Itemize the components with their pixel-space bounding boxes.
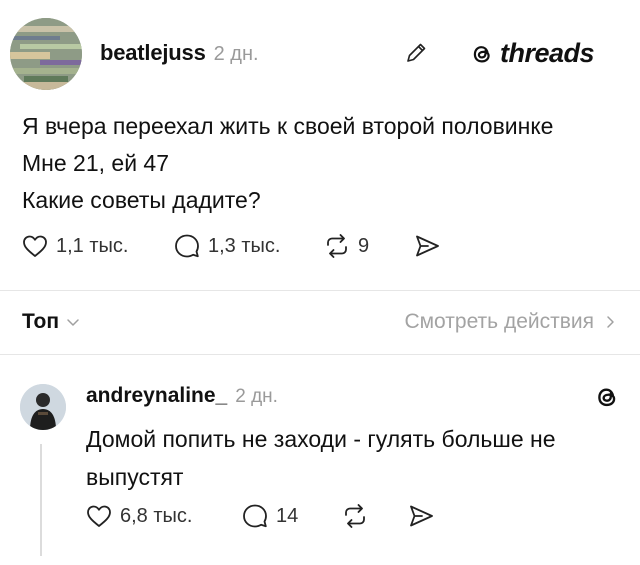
author-name[interactable]: beatlejuss xyxy=(100,40,206,66)
share-button[interactable] xyxy=(412,228,442,264)
like-button[interactable]: 1,1 тыс. xyxy=(20,228,128,264)
post-header: beatlejuss 2 дн. xyxy=(100,40,259,66)
share-icon xyxy=(416,235,439,257)
reply-reply-button[interactable]: 14 xyxy=(240,498,298,534)
thread-line xyxy=(40,444,42,556)
reply-reply-count: 14 xyxy=(276,504,299,527)
reply-like-button[interactable]: 6,8 тыс. xyxy=(84,498,192,534)
post-text-line: Мне 21, ей 47 xyxy=(22,150,170,176)
reply-author-name[interactable]: andreynaline_ xyxy=(86,384,227,408)
share-icon xyxy=(410,505,433,527)
reply-repost-button[interactable] xyxy=(340,498,370,534)
divider xyxy=(0,290,640,291)
heart-icon xyxy=(87,505,111,527)
post-text-line: Я вчера переехал жить к своей второй пол… xyxy=(22,113,554,139)
reply-author-avatar[interactable] xyxy=(20,384,66,430)
comment-icon xyxy=(175,234,199,258)
reply-share-button[interactable] xyxy=(406,498,436,534)
reply-time: 2 дн. xyxy=(235,386,278,407)
post-text-line: Какие советы дадите? xyxy=(22,187,261,213)
reply-button[interactable]: 1,3 тыс. xyxy=(172,228,280,264)
reply-header: andreynaline_ 2 дн. xyxy=(86,384,278,408)
repost-count: 9 xyxy=(358,234,370,257)
reply-text-line: выпустят xyxy=(86,464,184,490)
original-post: beatlejuss 2 дн. threads Я вчера перееха… xyxy=(0,0,640,300)
comment-icon xyxy=(243,504,267,528)
reply-text-line: Домой попить не заходи - гулять больше н… xyxy=(86,426,556,452)
repost-icon xyxy=(327,234,347,258)
threads-logo-icon xyxy=(598,388,616,407)
chevron-right-icon xyxy=(607,316,614,328)
sort-label: Топ xyxy=(22,310,60,333)
brand-wordmark: threads xyxy=(500,38,595,68)
reply-count: 1,3 тыс. xyxy=(208,234,281,257)
post-text: Я вчера переехал жить к своей второй пол… xyxy=(22,108,622,219)
pencil-icon[interactable] xyxy=(402,39,430,67)
post-time: 2 дн. xyxy=(213,43,259,65)
author-avatar[interactable] xyxy=(10,18,82,90)
chevron-down-icon xyxy=(67,319,79,326)
view-activity-link[interactable]: Смотреть действия xyxy=(404,310,618,334)
repost-button[interactable]: 9 xyxy=(322,228,369,264)
threads-brand: threads xyxy=(468,38,595,69)
reply-like-count: 6,8 тыс. xyxy=(120,504,193,527)
divider xyxy=(0,354,640,355)
reply-text: Домой попить не заходи - гулять больше н… xyxy=(86,420,616,496)
threads-logo-icon xyxy=(473,45,490,63)
activity-label: Смотреть действия xyxy=(404,310,594,333)
sort-dropdown[interactable]: Топ xyxy=(22,310,81,334)
repost-icon xyxy=(345,504,365,528)
heart-icon xyxy=(23,235,47,257)
like-count: 1,1 тыс. xyxy=(56,234,129,257)
